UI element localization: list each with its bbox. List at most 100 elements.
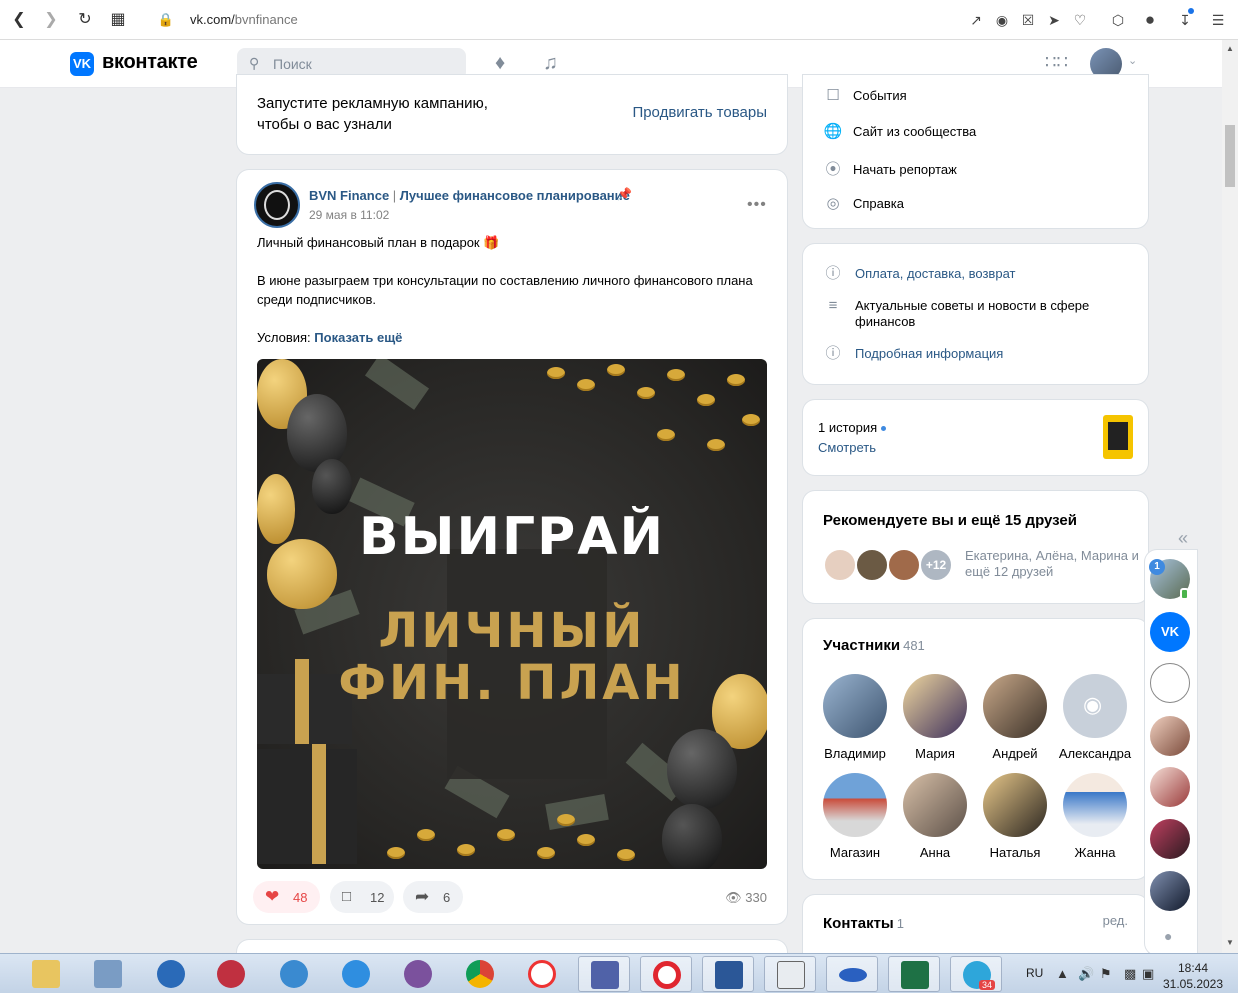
- shield-icon[interactable]: ☒: [1019, 11, 1037, 29]
- coin: [577, 379, 595, 391]
- address-bar[interactable]: vk.com/bvnfinance: [190, 12, 298, 27]
- send-icon[interactable]: ➤: [1045, 11, 1063, 29]
- watch-stories-link[interactable]: Смотреть: [818, 440, 876, 455]
- taskbar-app[interactable]: [205, 956, 257, 992]
- comment-button[interactable]: □ 12: [330, 881, 394, 913]
- network-icon[interactable]: ▩: [1124, 966, 1136, 982]
- taskbar-opera[interactable]: [640, 956, 692, 992]
- taskbar-excel[interactable]: [888, 956, 940, 992]
- member-item[interactable]: Наталья: [975, 773, 1055, 860]
- post-date[interactable]: 29 мая в 11:02: [309, 208, 389, 222]
- message-bubble-icon[interactable]: ●: [1164, 928, 1172, 944]
- member-item[interactable]: ◉ Александра: [1055, 674, 1135, 761]
- chat-avatar[interactable]: [1150, 871, 1190, 911]
- coin: [707, 439, 725, 451]
- friend-avatar[interactable]: [823, 548, 857, 582]
- story-thumbnail[interactable]: [1103, 415, 1133, 459]
- back-arrow-icon[interactable]: ❮: [10, 11, 28, 29]
- scroll-down-icon[interactable]: ▼: [1226, 938, 1234, 947]
- volume-icon[interactable]: 🔊: [1078, 966, 1094, 982]
- author-name[interactable]: BVN Finance: [309, 188, 389, 203]
- friend-avatar[interactable]: [887, 548, 921, 582]
- member-item[interactable]: Жанна: [1055, 773, 1135, 860]
- stories-card: 1 история Смотреть: [803, 400, 1148, 475]
- taskbar-word[interactable]: [702, 956, 754, 992]
- menu-item-broadcast[interactable]: ⦿ Начать репортаж: [823, 158, 956, 179]
- menu-item-help[interactable]: ◎ Справка: [823, 194, 904, 212]
- taskbar-app[interactable]: [82, 956, 134, 992]
- contacts-title[interactable]: Контакты 1: [823, 915, 904, 932]
- chat-avatar[interactable]: [1150, 663, 1190, 703]
- taskbar-chrome[interactable]: [454, 956, 506, 992]
- edit-contacts-link[interactable]: ред.: [1103, 913, 1128, 928]
- bell-icon[interactable]: ♦: [495, 52, 505, 75]
- heart-icon[interactable]: ♡: [1071, 11, 1089, 29]
- member-item[interactable]: Мария: [895, 674, 975, 761]
- chat-avatar[interactable]: [1150, 819, 1190, 859]
- banknote: [545, 793, 609, 831]
- vk-logo-icon[interactable]: VK: [70, 52, 94, 76]
- language-indicator[interactable]: RU: [1026, 966, 1043, 980]
- page-scrollbar[interactable]: ▲ ▼: [1222, 40, 1238, 953]
- comment-icon: □: [342, 888, 352, 905]
- viber-icon: [404, 960, 432, 988]
- info-item-details[interactable]: ⓘ Подробная информация: [823, 346, 1123, 362]
- tray-expand-icon[interactable]: ▲: [1056, 966, 1069, 981]
- friend-avatar[interactable]: [855, 548, 889, 582]
- member-item[interactable]: Магазин: [815, 773, 895, 860]
- show-more-link[interactable]: Показать ещё: [314, 330, 402, 345]
- tab-grid-icon[interactable]: ▦: [109, 11, 127, 29]
- member-item[interactable]: Анна: [895, 773, 975, 860]
- more-friends-badge[interactable]: +12: [919, 548, 953, 582]
- menu-item-events[interactable]: ☐ События: [823, 86, 906, 104]
- cube-icon[interactable]: ⬡: [1109, 11, 1127, 29]
- apps-grid-icon[interactable]: ∷∷: [1045, 52, 1068, 73]
- stories-count-label: 1 история: [818, 420, 878, 435]
- promote-products-link[interactable]: Продвигать товары: [632, 104, 767, 121]
- member-item[interactable]: Андрей: [975, 674, 1055, 761]
- scroll-thumb[interactable]: [1225, 125, 1235, 187]
- online-indicator: [1180, 588, 1189, 600]
- info-item-payment[interactable]: ⓘ Оплата, доставка, возврат: [823, 266, 1123, 282]
- taskbar-app[interactable]: [826, 956, 878, 992]
- post-author[interactable]: BVN Finance | Лучшее финансовое планиров…: [309, 188, 630, 203]
- taskbar-app[interactable]: [268, 956, 320, 992]
- taskbar-ie[interactable]: [330, 956, 382, 992]
- menu-item-site[interactable]: 🌐 Сайт из сообщества: [823, 122, 977, 140]
- vk-chat-icon[interactable]: VK: [1150, 612, 1190, 652]
- author-subtitle[interactable]: Лучшее финансовое планирование: [400, 188, 630, 203]
- post-image[interactable]: ВЫИГРАЙ ЛИЧНЫЙ ФИН. ПЛАН: [257, 359, 767, 869]
- camera-icon[interactable]: ◉: [993, 11, 1011, 29]
- music-icon[interactable]: ♫: [543, 52, 558, 75]
- recommend-names[interactable]: Екатерина, Алёна, Марина и ещё 12 друзей: [965, 548, 1140, 580]
- community-avatar[interactable]: [254, 182, 300, 228]
- profile-icon[interactable]: ●: [1141, 11, 1159, 29]
- clock-time[interactable]: 18:44: [1160, 961, 1226, 975]
- clock-date[interactable]: 31.05.2023: [1160, 977, 1226, 991]
- members-title[interactable]: Участники 481: [823, 637, 925, 654]
- scroll-up-icon[interactable]: ▲: [1226, 44, 1234, 53]
- taskbar-app[interactable]: [145, 956, 197, 992]
- taskbar-app[interactable]: [578, 956, 630, 992]
- taskbar-app[interactable]: [764, 956, 816, 992]
- member-item[interactable]: Владимир: [815, 674, 895, 761]
- chat-avatar[interactable]: [1150, 716, 1190, 756]
- coin: [617, 849, 635, 861]
- forward-arrow-icon[interactable]: ❯: [42, 11, 60, 29]
- reload-icon[interactable]: ↻: [76, 11, 94, 29]
- taskbar-viber[interactable]: [392, 956, 444, 992]
- power-icon[interactable]: ▣: [1142, 966, 1154, 982]
- collapse-chats-icon[interactable]: «: [1178, 528, 1188, 549]
- chevron-down-icon[interactable]: ⌄: [1128, 54, 1137, 67]
- share-icon[interactable]: ↗: [967, 11, 985, 29]
- vk-logo-text[interactable]: вконтакте: [102, 51, 198, 74]
- menu-icon[interactable]: ☰: [1209, 11, 1227, 29]
- taskbar-explorer[interactable]: [20, 956, 72, 992]
- like-button[interactable]: ❤ 48: [253, 881, 320, 913]
- taskbar-yandex[interactable]: [516, 956, 568, 992]
- chat-avatar[interactable]: [1150, 767, 1190, 807]
- share-button[interactable]: ➦ 6: [403, 881, 463, 913]
- eye-icon: 👁: [725, 890, 742, 905]
- flag-icon[interactable]: ⚑: [1100, 966, 1112, 982]
- more-options-icon[interactable]: •••: [747, 196, 767, 214]
